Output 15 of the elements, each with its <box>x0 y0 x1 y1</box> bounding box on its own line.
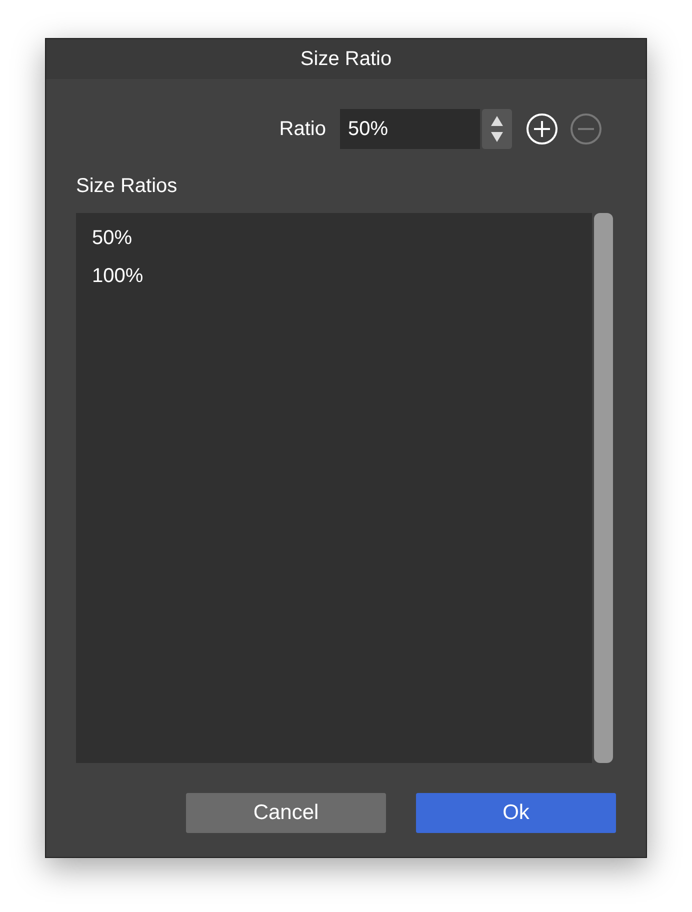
scrollbar[interactable] <box>594 213 613 763</box>
ratio-label: Ratio <box>279 117 326 142</box>
list-item[interactable]: 50% <box>76 225 148 263</box>
down-arrow-icon <box>491 132 503 142</box>
add-button[interactable] <box>526 113 558 145</box>
up-arrow-icon <box>491 116 503 126</box>
section-label: Size Ratios <box>76 174 178 199</box>
window-title: Size Ratio <box>300 47 392 72</box>
list-item[interactable]: 100% <box>76 263 160 301</box>
ok-button[interactable]: Ok <box>416 793 616 833</box>
stepper[interactable] <box>482 109 512 149</box>
minus-circle-icon <box>570 113 602 145</box>
cancel-button[interactable]: Cancel <box>186 793 386 833</box>
plus-circle-icon <box>526 113 558 145</box>
ratio-field[interactable]: 50% <box>340 109 480 149</box>
